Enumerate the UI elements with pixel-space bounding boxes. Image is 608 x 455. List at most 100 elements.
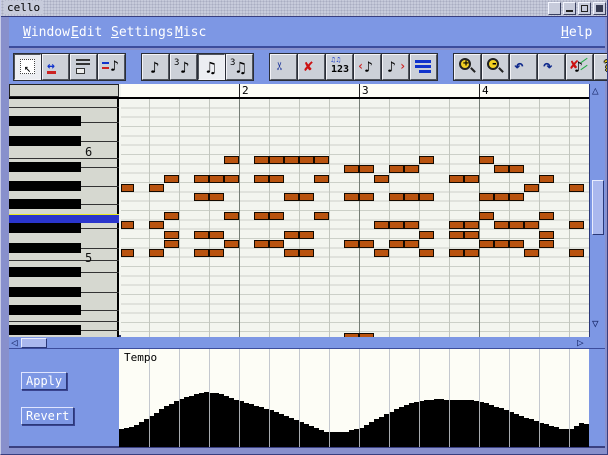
note[interactable] [449, 231, 464, 239]
note[interactable] [569, 221, 584, 229]
note[interactable] [254, 175, 269, 183]
note[interactable] [164, 240, 179, 248]
note[interactable] [419, 231, 434, 239]
horizontal-scrollbar-thumb[interactable] [21, 338, 47, 348]
delete-button[interactable]: ✘ [298, 54, 325, 80]
note[interactable] [284, 193, 299, 201]
note[interactable] [269, 212, 284, 220]
black-key[interactable] [9, 223, 81, 233]
revert-button[interactable]: Revert [21, 407, 74, 425]
note[interactable] [149, 221, 164, 229]
note[interactable] [121, 221, 134, 229]
note[interactable] [224, 240, 239, 248]
note[interactable] [389, 165, 404, 173]
note[interactable] [539, 240, 554, 248]
note-sixteenth-triplet-button[interactable]: 3♫ [226, 54, 253, 80]
window-close-button[interactable] [593, 2, 606, 15]
note[interactable] [419, 193, 434, 201]
note[interactable] [254, 212, 269, 220]
note[interactable] [344, 240, 359, 248]
note[interactable] [299, 156, 314, 164]
note[interactable] [284, 249, 299, 257]
note[interactable] [344, 193, 359, 201]
redo-button[interactable]: ↷ [538, 54, 565, 80]
note[interactable] [464, 249, 479, 257]
note[interactable] [524, 249, 539, 257]
justify-button[interactable] [410, 54, 437, 80]
note[interactable] [164, 231, 179, 239]
vertical-scrollbar[interactable]: △ ▽ [589, 84, 605, 337]
note[interactable] [479, 212, 494, 220]
vertical-scrollbar-thumb[interactable] [592, 180, 604, 235]
window-minimize-button[interactable] [563, 2, 576, 15]
note[interactable] [209, 249, 224, 257]
note-eighth-button[interactable]: ♪ [142, 54, 169, 80]
note[interactable] [479, 156, 494, 164]
menu-help[interactable]: Help [561, 25, 592, 40]
note[interactable] [314, 156, 329, 164]
note[interactable] [479, 240, 494, 248]
note[interactable] [509, 221, 524, 229]
note[interactable] [569, 184, 584, 192]
note[interactable] [509, 193, 524, 201]
note[interactable] [479, 193, 494, 201]
note[interactable] [449, 175, 464, 183]
note[interactable] [509, 165, 524, 173]
select-tool-button[interactable]: ↖ [14, 54, 41, 80]
note[interactable] [539, 231, 554, 239]
note[interactable] [224, 212, 239, 220]
note[interactable] [569, 249, 584, 257]
note[interactable] [314, 175, 329, 183]
note[interactable] [121, 184, 134, 192]
black-key[interactable] [9, 136, 81, 146]
piano-keyboard[interactable]: 65 [9, 84, 119, 337]
note[interactable] [404, 240, 419, 248]
note[interactable] [299, 249, 314, 257]
note[interactable] [269, 240, 284, 248]
note[interactable] [314, 212, 329, 220]
horizontal-scrollbar[interactable]: ◁ ▷ [9, 337, 605, 349]
note[interactable] [224, 156, 239, 164]
note-grid[interactable] [121, 99, 589, 337]
note[interactable] [374, 175, 389, 183]
mute-note-button[interactable]: ♪✘ [566, 54, 593, 80]
note[interactable] [374, 249, 389, 257]
note[interactable] [284, 231, 299, 239]
note[interactable] [299, 193, 314, 201]
note-sixteenth-button[interactable]: ♫ [198, 54, 225, 80]
scroll-right-icon[interactable]: ▷ [577, 337, 584, 348]
note[interactable] [494, 165, 509, 173]
note[interactable] [194, 249, 209, 257]
note[interactable] [149, 249, 164, 257]
window-blank-button[interactable] [548, 2, 561, 15]
note[interactable] [224, 175, 239, 183]
apply-button[interactable]: Apply [21, 372, 67, 390]
resize-horizontal-tool-button[interactable]: ↔ [42, 54, 69, 80]
note[interactable] [419, 249, 434, 257]
note[interactable] [494, 193, 509, 201]
step-record-tool-button[interactable]: ♪ [98, 54, 125, 80]
black-key[interactable] [9, 267, 81, 277]
note[interactable] [389, 240, 404, 248]
note[interactable] [404, 165, 419, 173]
scroll-down-icon[interactable]: ▽ [592, 318, 599, 329]
nudge-note-left-button[interactable]: ‹♪ [354, 54, 381, 80]
menu-edit[interactable]: Edit [71, 25, 102, 40]
menu-settings[interactable]: Settings [111, 25, 174, 40]
velocity-123-button[interactable]: ♫♫123 [326, 54, 353, 80]
menu-window[interactable]: Window [23, 25, 70, 40]
note[interactable] [389, 193, 404, 201]
black-key[interactable] [9, 181, 81, 191]
note[interactable] [269, 156, 284, 164]
note[interactable] [164, 175, 179, 183]
note[interactable] [164, 212, 179, 220]
note[interactable] [404, 193, 419, 201]
highlighted-key[interactable] [9, 214, 119, 223]
tempo-chart[interactable]: Tempo [119, 349, 589, 447]
note[interactable] [194, 175, 209, 183]
note[interactable] [524, 184, 539, 192]
note[interactable] [269, 175, 284, 183]
note[interactable] [194, 193, 209, 201]
black-key[interactable] [9, 325, 81, 335]
nudge-note-right-button[interactable]: ♪› [382, 54, 409, 80]
